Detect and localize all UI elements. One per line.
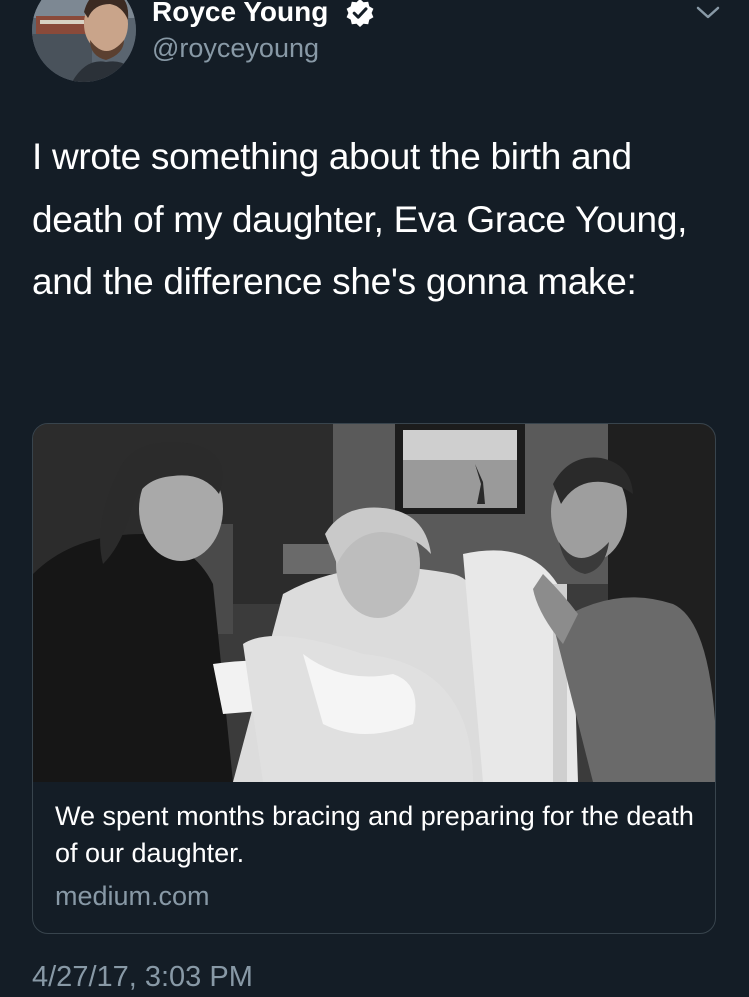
avatar[interactable] xyxy=(32,0,136,82)
card-image[interactable] xyxy=(33,424,715,782)
display-name[interactable]: Royce Young xyxy=(152,0,328,30)
timestamp[interactable]: 4/27/17, 3:03 PM xyxy=(32,958,253,996)
card-title[interactable]: We spent months bracing and preparing fo… xyxy=(55,798,695,872)
tweet-text: I wrote something about the birth and de… xyxy=(32,136,688,302)
avatar-photo-icon xyxy=(32,0,136,82)
verified-badge-icon xyxy=(346,0,374,27)
link-card[interactable]: We spent months bracing and preparing fo… xyxy=(32,423,716,934)
chevron-down-icon[interactable] xyxy=(694,2,722,22)
hospital-photo-icon xyxy=(33,424,715,782)
handle[interactable]: @royceyoung xyxy=(152,30,319,66)
card-domain[interactable]: medium.com xyxy=(55,878,210,914)
